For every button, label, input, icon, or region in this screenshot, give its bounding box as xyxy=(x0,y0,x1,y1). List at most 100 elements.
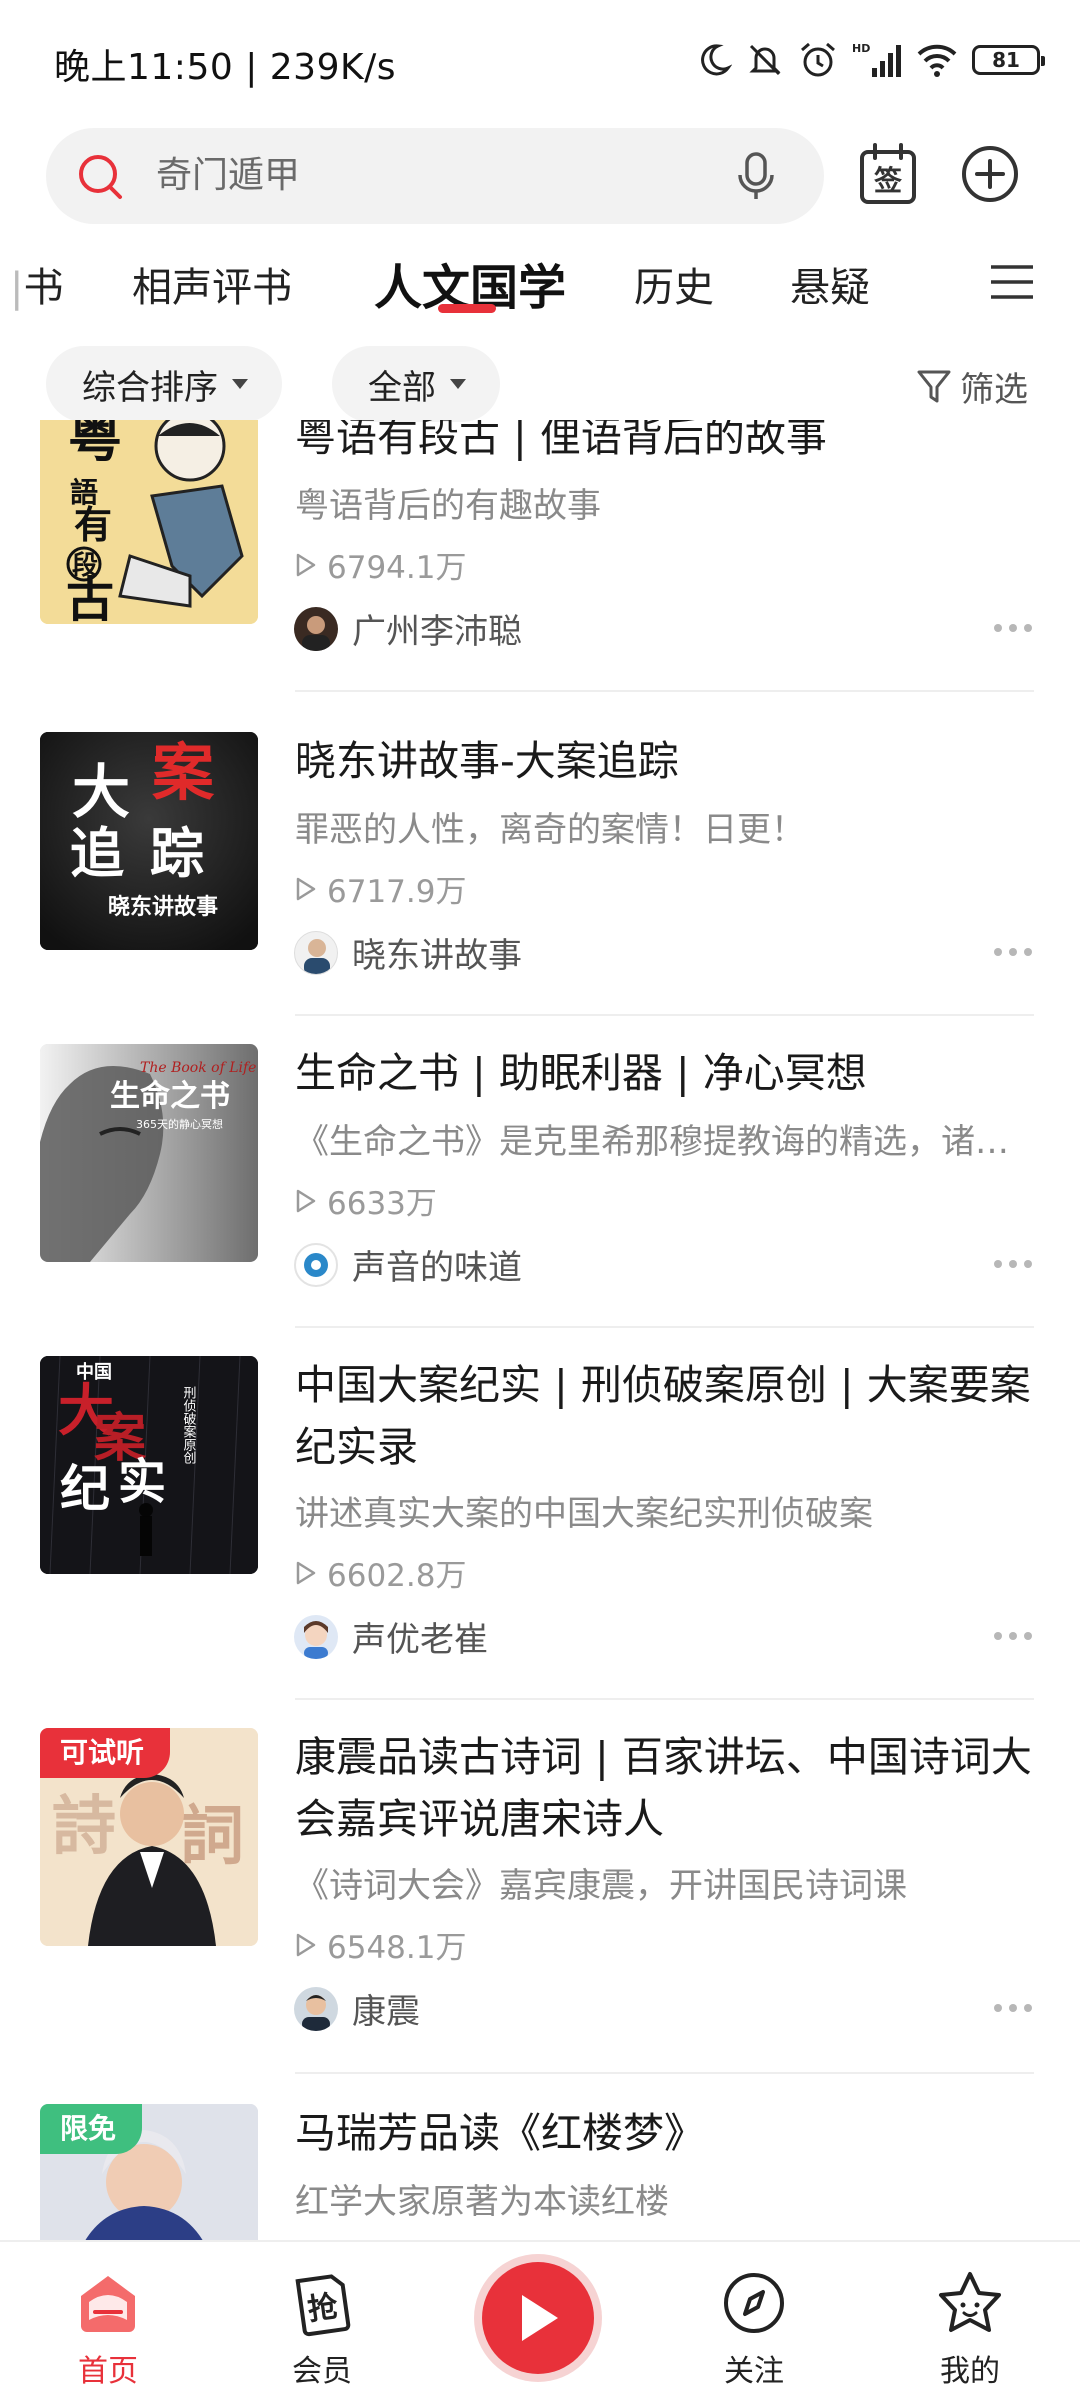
more-options-icon[interactable] xyxy=(994,1632,1032,1640)
home-icon xyxy=(81,2276,135,2332)
cover-title-char: 粤 xyxy=(68,420,122,469)
sort-label: 综合排序 xyxy=(82,367,218,408)
trial-badge: 可试听 xyxy=(40,1728,171,1778)
album-cover[interactable]: 限免 xyxy=(40,2104,258,2250)
author-row[interactable]: 晓东讲故事 xyxy=(294,928,522,977)
divider xyxy=(295,1698,1034,1700)
cover-title-char: 古 xyxy=(66,572,114,624)
profile-star-icon xyxy=(939,2272,1001,2332)
more-options-icon[interactable] xyxy=(994,624,1032,632)
play-count-value: 6602.8万 xyxy=(327,1558,467,1594)
caret-down-icon xyxy=(450,379,466,389)
author-row[interactable]: 声音的味道 xyxy=(294,1240,522,1289)
album-description: 粤语背后的有趣故事 xyxy=(295,486,601,526)
filter-button[interactable]: 筛选 xyxy=(916,362,1028,411)
list-item[interactable]: 限免 马瑞芳品读《红楼梦》 红学大家原著为本读红楼 xyxy=(0,2088,1080,2250)
alarm-icon xyxy=(801,42,835,77)
album-title[interactable]: 康震品读古诗词 | 百家讲坛、中国诗词大会嘉宾评说唐宋诗人 xyxy=(295,1726,1035,1850)
author-name: 声优老崔 xyxy=(352,1620,488,1660)
avatar xyxy=(294,930,338,975)
cover-subtitle: 365天的静心冥想 xyxy=(136,1117,223,1131)
album-title[interactable]: 生命之书 | 助眠利器 | 净心冥想 xyxy=(295,1042,1035,1104)
list-item[interactable]: The Book of Life 生命之书 365天的静心冥想 生命之书 | 助… xyxy=(0,1028,1080,1340)
divider xyxy=(295,1326,1034,1328)
divider xyxy=(295,1014,1034,1016)
scope-label: 全部 xyxy=(368,367,436,408)
album-cover[interactable]: 大 案 追 踪 晓东讲故事 xyxy=(40,732,258,950)
cover-title-char: 有 xyxy=(74,502,112,547)
sort-dropdown[interactable]: 综合排序 xyxy=(46,346,282,422)
nav-label: 我的 xyxy=(940,2354,1000,2389)
play-count: 6602.8万 xyxy=(295,1550,466,1595)
cover-title-char: 追 xyxy=(70,821,124,885)
add-circle-icon[interactable] xyxy=(960,144,1020,204)
nav-label: 会员 xyxy=(292,2354,352,2389)
play-count-icon xyxy=(296,1189,316,1212)
mute-bell-icon xyxy=(749,44,781,76)
list-item[interactable]: 粤 語 有 段 古 粤语有段古 | 俚语背后的故事 粤语背后的有趣故事 6794… xyxy=(0,420,1080,718)
album-title[interactable]: 马瑞芳品读《红楼梦》 xyxy=(295,2102,1035,2164)
album-description: 《诗词大会》嘉宾康震，开讲国民诗词课 xyxy=(295,1866,907,1906)
search-placeholder: 奇门遁甲 xyxy=(156,155,301,196)
author-row[interactable]: 声优老崔 xyxy=(294,1612,488,1661)
cover-title-char: 案 xyxy=(152,736,215,809)
album-description: 《生命之书》是克里希那穆提教诲的精选，诸… xyxy=(295,1122,1009,1162)
status-bar: 晚上11:50 | 239K/s HD 81 xyxy=(0,0,1080,120)
cover-title-char: 踪 xyxy=(150,821,204,885)
more-options-icon[interactable] xyxy=(994,1260,1032,1268)
avatar xyxy=(294,1986,338,2031)
album-list: 粤 語 有 段 古 粤语有段古 | 俚语背后的故事 粤语背后的有趣故事 6794… xyxy=(0,420,1080,2250)
more-options-icon[interactable] xyxy=(994,2004,1032,2012)
play-count-value: 6633万 xyxy=(327,1186,437,1222)
list-item[interactable]: 大 案 追 踪 晓东讲故事 晓东讲故事-大案追踪 罪恶的人性，离奇的案情！日更！… xyxy=(0,716,1080,1028)
divider xyxy=(295,2072,1034,2074)
tab-menu-button[interactable] xyxy=(944,232,1080,332)
scope-dropdown[interactable]: 全部 xyxy=(332,346,500,422)
status-time-speed: 晚上11:50 | 239K/s xyxy=(54,47,396,88)
tab-history[interactable]: 历史 xyxy=(634,238,714,338)
album-title[interactable]: 中国大案纪实 | 刑侦破案原创 | 大案要案纪实录 xyxy=(295,1354,1035,1478)
battery-level: 81 xyxy=(992,48,1020,72)
sign-in-label: 签 xyxy=(874,164,902,197)
album-title[interactable]: 晓东讲故事-大案追踪 xyxy=(295,730,1035,792)
avatar xyxy=(294,1614,338,1659)
nav-vip[interactable]: 抢 会员 xyxy=(242,2242,402,2400)
play-icon xyxy=(522,2295,558,2341)
album-cover[interactable]: 粤 語 有 段 古 xyxy=(40,420,258,624)
tab-humanities[interactable]: 人文国学 xyxy=(374,238,566,338)
sign-in-calendar-icon[interactable]: 签 xyxy=(858,142,918,206)
play-count-value: 6794.1万 xyxy=(327,550,467,586)
tab-audiobook[interactable]: |书 xyxy=(10,238,63,338)
author-name: 声音的味道 xyxy=(352,1248,522,1288)
microphone-icon[interactable] xyxy=(728,148,784,204)
list-item[interactable]: 中国 大 案 纪 实 刑侦破案原创 中国大案纪实 | 刑侦破案原创 | 大案要案… xyxy=(0,1340,1080,1712)
cover-vertical-text: 刑侦破案原创 xyxy=(181,1386,197,1464)
moon-icon xyxy=(701,44,732,76)
nav-home[interactable]: 首页 xyxy=(28,2242,188,2400)
play-count-icon xyxy=(296,553,316,576)
cover-title-char: 大 xyxy=(72,758,130,826)
play-count: 6633万 xyxy=(295,1178,437,1223)
search-input[interactable]: 奇门遁甲 xyxy=(46,128,824,224)
author-row[interactable]: 广州李沛聪 xyxy=(294,604,522,653)
play-count: 6548.1万 xyxy=(295,1922,466,1967)
tab-crosstalk[interactable]: 相声评书 xyxy=(132,238,292,338)
list-item[interactable]: 詩 詞 可试听 康震品读古诗词 | 百家讲坛、中国诗词大会嘉宾评说唐宋诗人 《诗… xyxy=(0,1712,1080,2088)
more-options-icon[interactable] xyxy=(994,948,1032,956)
play-count: 6717.9万 xyxy=(295,866,466,911)
album-cover[interactable]: 中国 大 案 纪 实 刑侦破案原创 xyxy=(40,1356,258,1574)
avatar xyxy=(294,1242,338,1287)
album-cover[interactable]: The Book of Life 生命之书 365天的静心冥想 xyxy=(40,1044,258,1262)
cover-title-char: 詩 xyxy=(52,1789,116,1864)
album-title[interactable]: 粤语有段古 | 俚语背后的故事 xyxy=(295,420,1035,468)
author-row[interactable]: 康震 xyxy=(294,1984,420,2033)
funnel-icon xyxy=(917,370,951,402)
nav-follow[interactable]: 关注 xyxy=(674,2242,834,2400)
album-cover[interactable]: 詩 詞 可试听 xyxy=(40,1728,258,1946)
free-badge: 限免 xyxy=(40,2104,143,2154)
play-button[interactable] xyxy=(482,2262,594,2374)
tab-suspense[interactable]: 悬疑 xyxy=(790,238,870,338)
compass-icon xyxy=(724,2273,784,2333)
filter-label: 筛选 xyxy=(960,370,1028,410)
nav-profile[interactable]: 我的 xyxy=(890,2242,1050,2400)
